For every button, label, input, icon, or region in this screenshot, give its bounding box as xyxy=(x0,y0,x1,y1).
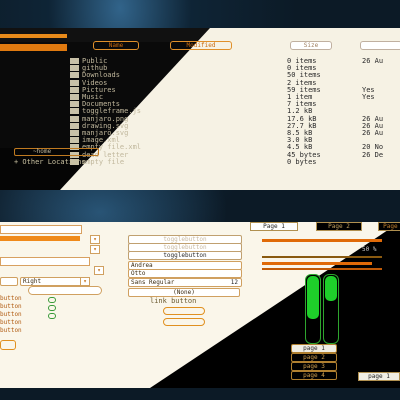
size-column-button[interactable]: Size xyxy=(290,41,332,50)
scale-trough-3[interactable] xyxy=(262,262,372,265)
radio-button[interactable]: button xyxy=(0,303,22,310)
file-date: 26 Au xyxy=(362,129,384,137)
spin-entry[interactable] xyxy=(28,286,102,295)
toggle-button[interactable]: togglebutton xyxy=(128,251,242,260)
file-icon xyxy=(70,130,79,136)
file-icon xyxy=(70,115,79,122)
file-icon xyxy=(70,94,79,100)
file-size: 0 bytes xyxy=(287,157,317,166)
align-combo[interactable]: Right xyxy=(20,277,82,286)
sidebar-item-selected[interactable] xyxy=(0,44,67,51)
sidebar-accent xyxy=(0,34,67,38)
file-icon xyxy=(70,86,79,93)
text-entry[interactable] xyxy=(0,225,82,234)
page-button[interactable]: page 1 xyxy=(291,344,337,353)
radio-button[interactable]: button xyxy=(0,319,22,326)
file-icon xyxy=(70,101,79,108)
page-button[interactable]: page 2 xyxy=(291,353,337,362)
file-name: empty file xyxy=(82,157,125,166)
check-toggle[interactable] xyxy=(48,297,56,303)
file-date: 26 De xyxy=(362,150,384,159)
oval-button[interactable] xyxy=(163,307,205,315)
align-combo-label: Right xyxy=(23,278,42,285)
font-button-label: Sans Regular xyxy=(131,279,175,286)
other-locations-item[interactable]: + Other Locations xyxy=(14,158,86,166)
check-toggle[interactable] xyxy=(48,313,56,319)
file-icon xyxy=(70,122,79,129)
combo-arrow-button[interactable]: ▾ xyxy=(90,235,100,244)
font-size-label: 12 xyxy=(230,279,238,286)
search-entry[interactable] xyxy=(0,257,90,266)
tab-page-3[interactable]: Page 3 xyxy=(378,222,400,231)
path-bar[interactable]: ~home xyxy=(14,148,99,156)
oval-button[interactable] xyxy=(163,318,205,326)
tab-page-1[interactable]: Page 1 xyxy=(250,222,298,231)
scale-trough-4[interactable] xyxy=(262,268,382,270)
scale-value: 50 % xyxy=(362,246,377,253)
file-manager-window: Name Modified Size Public 0 items 26 Au git… xyxy=(0,28,400,190)
file-icon xyxy=(70,79,79,86)
bottom-tab-page-1[interactable]: page 1 xyxy=(358,372,400,381)
combo-andrea-label: Andrea xyxy=(131,262,153,269)
progress-bar xyxy=(0,236,80,241)
link-button[interactable]: link button xyxy=(150,297,196,305)
spin-button[interactable]: ▾ xyxy=(94,266,104,275)
level-bar-fill xyxy=(307,276,319,319)
radio-button[interactable]: button xyxy=(0,311,22,318)
name-column-button[interactable]: Name xyxy=(93,41,139,50)
page-button[interactable]: page 3 xyxy=(291,362,337,371)
scale-trough[interactable] xyxy=(262,239,382,242)
vertical-level-bar xyxy=(323,274,339,344)
font-button[interactable]: Sans Regular 12 xyxy=(128,278,242,287)
tab-page-2[interactable]: Page 2 xyxy=(316,222,362,231)
combo-otto[interactable]: Otto xyxy=(128,269,242,278)
align-combo-arrow[interactable]: ▾ xyxy=(80,277,90,286)
none-combo[interactable]: (None) xyxy=(128,288,240,297)
none-combo-label: (None) xyxy=(173,289,195,296)
vertical-level-bar xyxy=(305,274,321,344)
file-icon xyxy=(70,137,79,144)
file-icon xyxy=(70,72,79,79)
widget-factory-window: ▾ ▾ ▾ Right ▾ button button button butto… xyxy=(0,222,400,388)
combo-arrow-button[interactable]: ▾ xyxy=(90,245,100,254)
file-icon xyxy=(70,108,79,115)
file-date: 26 Au xyxy=(362,57,384,65)
check-toggle[interactable] xyxy=(48,305,56,311)
file-date: Yes xyxy=(362,93,375,101)
orange-button[interactable] xyxy=(0,340,16,350)
combo-otto-label: Otto xyxy=(131,270,146,277)
date-column-button[interactable] xyxy=(360,41,400,50)
radio-button[interactable]: button xyxy=(0,295,22,302)
file-icon xyxy=(70,65,79,72)
combo-left[interactable] xyxy=(0,277,18,286)
file-icon xyxy=(70,58,79,64)
level-bar-fill xyxy=(325,276,337,301)
page-button[interactable]: page 4 xyxy=(291,371,337,380)
scale-trough-2[interactable] xyxy=(262,256,382,258)
modified-column-button[interactable]: Modified xyxy=(170,41,232,50)
radio-button[interactable]: button xyxy=(0,327,22,334)
